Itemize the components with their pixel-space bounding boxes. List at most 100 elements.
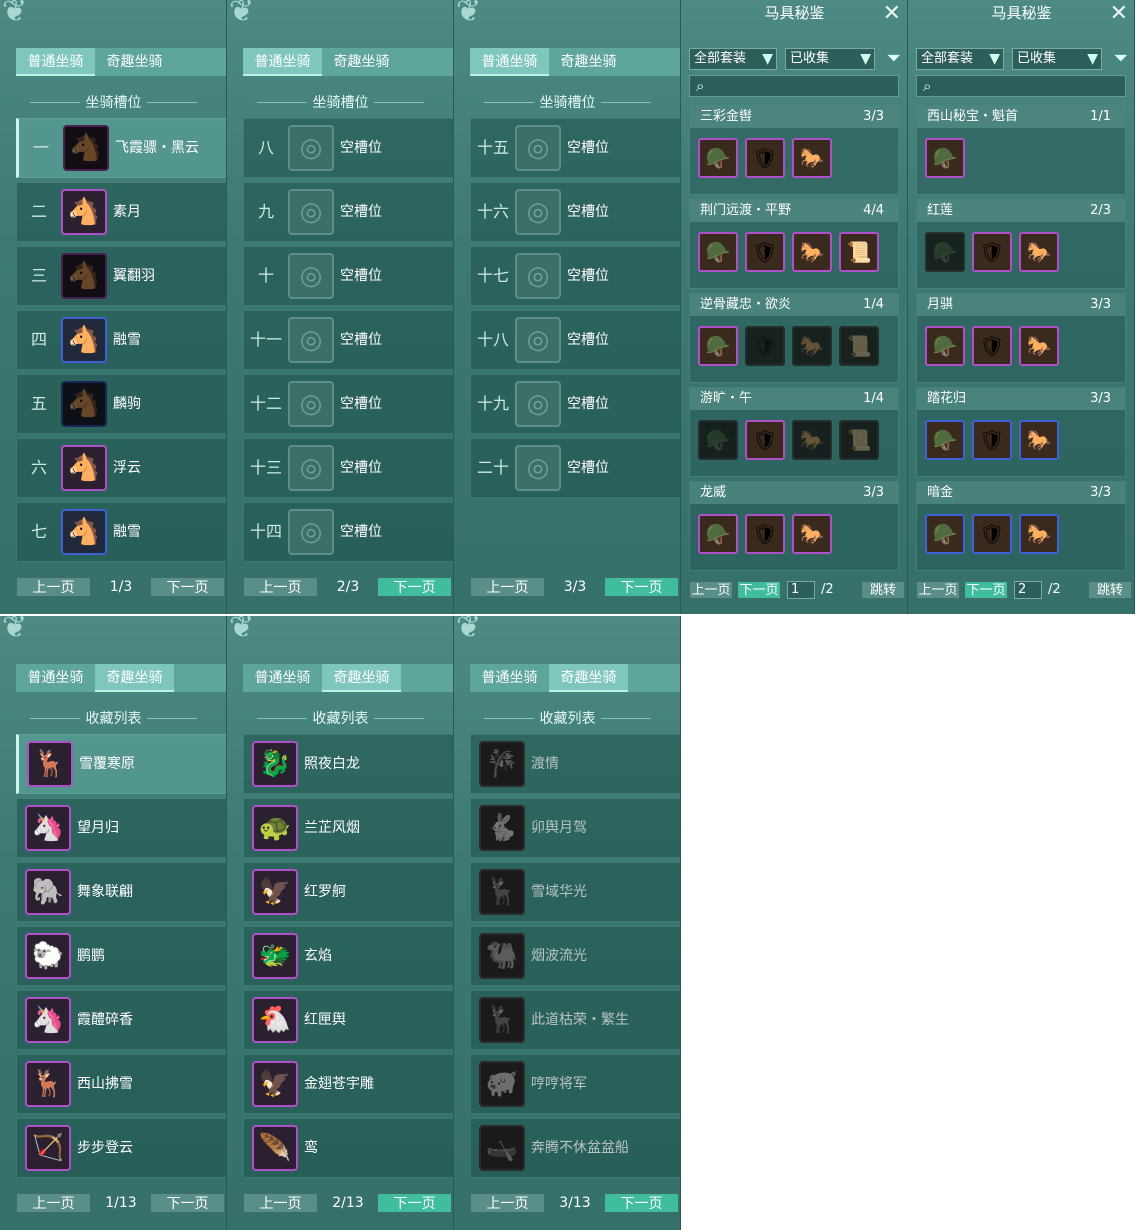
next-page-button[interactable]: 下一页 [377, 577, 452, 597]
harness-piece-icon[interactable]: 🛡 [745, 326, 785, 366]
next-page-button[interactable]: 下一页 [737, 581, 781, 599]
tab-fun-mounts[interactable]: 奇趣坐骑 [322, 48, 401, 76]
prev-page-button[interactable]: 上一页 [243, 1193, 318, 1213]
harness-piece-icon[interactable]: 🪖 [925, 138, 965, 178]
collection-item[interactable]: 🐫 烟波流光 [470, 926, 680, 986]
harness-piece-icon[interactable]: 🪖 [698, 138, 738, 178]
harness-piece-icon[interactable]: 🪖 [698, 326, 738, 366]
mount-slot[interactable]: 九 ◎ 空槽位 [243, 182, 453, 242]
next-page-button[interactable]: 下一页 [604, 577, 679, 597]
harness-piece-icon[interactable]: 🪖 [925, 232, 965, 272]
harness-piece-icon[interactable]: 🐎 [1019, 326, 1059, 366]
prev-page-button[interactable]: 上一页 [916, 581, 960, 599]
next-page-button[interactable]: 下一页 [377, 1193, 452, 1213]
next-page-button[interactable]: 下一页 [604, 1193, 679, 1213]
harness-piece-icon[interactable]: 🛡 [745, 232, 785, 272]
jump-button[interactable]: 跳转 [1088, 581, 1132, 599]
tab-fun-mounts[interactable]: 奇趣坐骑 [95, 48, 174, 76]
mount-slot[interactable]: 十五 ◎ 空槽位 [470, 118, 680, 178]
collection-item[interactable]: 🪶 鸾 [243, 1118, 453, 1178]
harness-piece-icon[interactable]: 🐎 [792, 514, 832, 554]
mount-slot[interactable]: 八 ◎ 空槽位 [243, 118, 453, 178]
filter-icon[interactable]: ⏷ [887, 48, 901, 69]
harness-piece-icon[interactable]: 🪖 [698, 420, 738, 460]
jump-button[interactable]: 跳转 [861, 581, 905, 599]
mount-slot[interactable]: 二 🐴 素月 [16, 182, 226, 242]
next-page-button[interactable]: 下一页 [150, 1193, 225, 1213]
harness-piece-icon[interactable]: 🛡 [972, 420, 1012, 460]
collection-item[interactable]: 🦄 望月归 [16, 798, 226, 858]
collection-item[interactable]: 🐘 舞象联翩 [16, 862, 226, 922]
mount-slot[interactable]: 十八 ◎ 空槽位 [470, 310, 680, 370]
mount-slot[interactable]: 一 🐴 飞霞骠・黑云 [16, 118, 226, 178]
harness-piece-icon[interactable]: 📜 [839, 420, 879, 460]
harness-piece-icon[interactable]: 🐎 [792, 420, 832, 460]
prev-page-button[interactable]: 上一页 [470, 577, 545, 597]
harness-piece-icon[interactable]: 🪖 [698, 232, 738, 272]
harness-piece-icon[interactable]: 🐎 [1019, 232, 1059, 272]
close-icon[interactable]: ✕ [1110, 2, 1128, 26]
harness-piece-icon[interactable]: 🐎 [792, 138, 832, 178]
prev-page-button[interactable]: 上一页 [689, 581, 733, 599]
collection-item[interactable]: 🦌 西山拂雪 [16, 1054, 226, 1114]
search-input[interactable]: ⌕ [689, 75, 899, 97]
collection-item[interactable]: 🐉 照夜白龙 [243, 734, 453, 794]
mount-slot[interactable]: 十九 ◎ 空槽位 [470, 374, 680, 434]
prev-page-button[interactable]: 上一页 [470, 1193, 545, 1213]
close-icon[interactable]: ✕ [883, 2, 901, 26]
mount-slot[interactable]: 二十 ◎ 空槽位 [470, 438, 680, 498]
set-filter-dropdown[interactable]: 全部套装 ▼ [689, 48, 777, 70]
tab-normal-mounts[interactable]: 普通坐骑 [243, 664, 322, 692]
tab-fun-mounts[interactable]: 奇趣坐骑 [549, 48, 628, 76]
collection-item[interactable]: 🦌 雪覆寒原 [16, 734, 226, 794]
harness-piece-icon[interactable]: 🪖 [925, 420, 965, 460]
harness-piece-icon[interactable]: 🛡 [745, 420, 785, 460]
mount-slot[interactable]: 五 🐴 麟驹 [16, 374, 226, 434]
prev-page-button[interactable]: 上一页 [16, 577, 91, 597]
collection-item[interactable]: 🛶 奔腾不休盆盆船 [470, 1118, 680, 1178]
tab-normal-mounts[interactable]: 普通坐骑 [16, 664, 95, 692]
mount-slot[interactable]: 十二 ◎ 空槽位 [243, 374, 453, 434]
page-input[interactable]: 1 [787, 581, 815, 599]
mount-slot[interactable]: 十一 ◎ 空槽位 [243, 310, 453, 370]
collection-item[interactable]: 🐔 红匣舆 [243, 990, 453, 1050]
harness-piece-icon[interactable]: 🛡 [972, 514, 1012, 554]
collection-item[interactable]: 🦅 红罗舸 [243, 862, 453, 922]
mount-slot[interactable]: 十七 ◎ 空槽位 [470, 246, 680, 306]
prev-page-button[interactable]: 上一页 [16, 1193, 91, 1213]
harness-piece-icon[interactable]: 🪖 [925, 326, 965, 366]
harness-piece-icon[interactable]: 📜 [839, 232, 879, 272]
mount-slot[interactable]: 六 🐴 浮云 [16, 438, 226, 498]
harness-piece-icon[interactable]: 🐎 [1019, 420, 1059, 460]
set-filter-dropdown[interactable]: 全部套装 ▼ [916, 48, 1004, 70]
search-input[interactable]: ⌕ [916, 75, 1126, 97]
next-page-button[interactable]: 下一页 [964, 581, 1008, 599]
collection-item[interactable]: 🐑 鹏鹏 [16, 926, 226, 986]
tab-fun-mounts[interactable]: 奇趣坐骑 [549, 664, 628, 692]
tab-normal-mounts[interactable]: 普通坐骑 [470, 664, 549, 692]
collection-item[interactable]: 🦌 此道枯荣・繁生 [470, 990, 680, 1050]
mount-slot[interactable]: 十三 ◎ 空槽位 [243, 438, 453, 498]
tab-normal-mounts[interactable]: 普通坐骑 [16, 48, 95, 76]
harness-piece-icon[interactable]: 🛡 [972, 326, 1012, 366]
collection-item[interactable]: 🦄 霞醴碎香 [16, 990, 226, 1050]
mount-slot[interactable]: 四 🐴 融雪 [16, 310, 226, 370]
harness-piece-icon[interactable]: 🐎 [792, 232, 832, 272]
tab-normal-mounts[interactable]: 普通坐骑 [470, 48, 549, 76]
mount-slot[interactable]: 十六 ◎ 空槽位 [470, 182, 680, 242]
next-page-button[interactable]: 下一页 [150, 577, 225, 597]
tab-normal-mounts[interactable]: 普通坐骑 [243, 48, 322, 76]
collection-item[interactable]: 🐢 兰芷风烟 [243, 798, 453, 858]
collection-item[interactable]: 🎋 渡情 [470, 734, 680, 794]
prev-page-button[interactable]: 上一页 [243, 577, 318, 597]
collection-item[interactable]: 🐇 卯舆月驾 [470, 798, 680, 858]
harness-piece-icon[interactable]: 🛡 [745, 514, 785, 554]
collected-filter-dropdown[interactable]: 已收集 ▼ [785, 48, 875, 70]
harness-piece-icon[interactable]: 📜 [839, 326, 879, 366]
tab-fun-mounts[interactable]: 奇趣坐骑 [322, 664, 401, 692]
collection-item[interactable]: 🐲 玄焰 [243, 926, 453, 986]
mount-slot[interactable]: 十 ◎ 空槽位 [243, 246, 453, 306]
filter-icon[interactable]: ⏷ [1114, 48, 1128, 69]
page-input[interactable]: 2 [1014, 581, 1042, 599]
collection-item[interactable]: 🦌 雪域华光 [470, 862, 680, 922]
